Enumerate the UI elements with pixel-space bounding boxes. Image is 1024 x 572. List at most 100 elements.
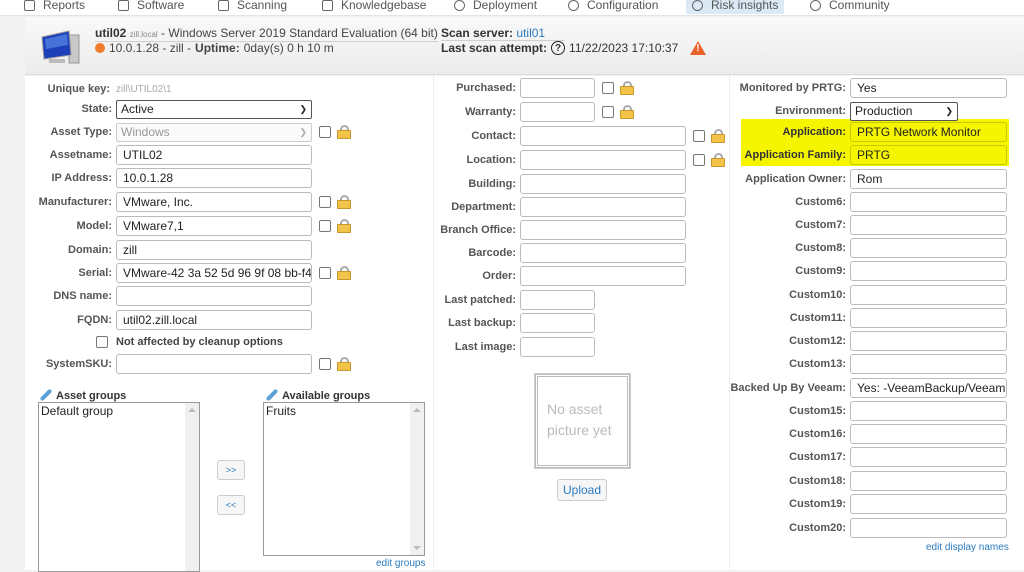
fqdn-label: FQDN: — [77, 314, 112, 326]
nav-community[interactable]: Community — [804, 0, 896, 14]
nav-label: Reports — [43, 0, 86, 12]
scrollbar[interactable] — [410, 403, 424, 555]
field-input[interactable] — [850, 354, 1007, 374]
building-input[interactable] — [520, 174, 686, 194]
field-input[interactable] — [850, 308, 1007, 328]
ip-row: IP Address: 10.0.1.28 — [25, 167, 312, 189]
model-input[interactable]: VMware7,1 — [116, 216, 312, 236]
available-groups-list[interactable]: Fruits — [263, 402, 425, 556]
location-input[interactable] — [520, 150, 686, 170]
field-input[interactable] — [850, 518, 1007, 538]
edit-display-names-link[interactable]: edit display names — [926, 542, 1009, 553]
add-to-group-button[interactable]: >> — [217, 460, 245, 480]
order-row: Order: — [433, 265, 686, 287]
model-label: Model: — [76, 220, 112, 232]
dns-input[interactable] — [116, 286, 312, 306]
barcode-input[interactable] — [520, 243, 686, 263]
help-icon[interactable]: ? — [551, 41, 566, 55]
sku-input[interactable] — [116, 354, 312, 374]
field-input[interactable]: Yes: -VeeamBackup/Veeam — [850, 378, 1007, 398]
field-input[interactable]: Rom — [850, 169, 1007, 189]
field-input[interactable] — [850, 261, 1007, 281]
field-input[interactable] — [850, 471, 1007, 491]
list-item[interactable]: Default group — [39, 403, 199, 419]
purchased-lock-checkbox[interactable] — [602, 82, 614, 94]
lock-icon — [711, 129, 725, 143]
sku-lock-checkbox[interactable] — [319, 358, 331, 370]
field-input[interactable] — [850, 494, 1007, 514]
nav-knowledgebase[interactable]: Knowledgebase — [316, 0, 432, 14]
upload-button[interactable]: Upload — [557, 479, 607, 501]
field-input[interactable] — [850, 192, 1007, 212]
order-input[interactable] — [520, 266, 686, 286]
ip-input[interactable]: 10.0.1.28 — [116, 168, 312, 188]
nav-label: Configuration — [587, 0, 659, 12]
field-label: Monitored by PRTG: — [739, 82, 846, 94]
edit-groups-link[interactable]: edit groups — [376, 558, 425, 569]
field-input[interactable] — [850, 424, 1007, 444]
field-input[interactable]: PRTG Network Monitor — [850, 122, 1007, 142]
field-input[interactable] — [850, 331, 1007, 351]
domain-label: Domain: — [68, 244, 112, 256]
custom-field-row: Custom12: — [729, 330, 1007, 352]
last-image-row: Last image: — [433, 336, 595, 358]
last-patched-input[interactable] — [520, 290, 595, 310]
field-input[interactable] — [850, 401, 1007, 421]
domain-input[interactable]: zill — [116, 240, 312, 260]
field-input[interactable]: Yes — [850, 78, 1007, 98]
contact-lock-checkbox[interactable] — [693, 130, 705, 142]
serial-input[interactable]: VMware-42 3a 52 5d 96 9f 08 bb-f4 — [116, 263, 312, 283]
cleanup-checkbox[interactable] — [96, 336, 108, 348]
warranty-input[interactable] — [520, 102, 595, 122]
state-select[interactable]: Active ❯ — [116, 99, 312, 119]
assetname-input[interactable]: UTIL02 — [116, 145, 312, 165]
field-label: Backed Up By Veeam: — [730, 382, 846, 394]
location-lock-checkbox[interactable] — [693, 154, 705, 166]
warranty-lock-checkbox[interactable] — [602, 106, 614, 118]
custom-field-row: Application: PRTG Network Monitor — [729, 121, 1007, 143]
box-icon — [454, 0, 465, 11]
field-input[interactable]: PRTG — [850, 145, 1007, 165]
department-label: Department: — [451, 201, 516, 213]
asset-type-lock-checkbox[interactable] — [319, 126, 331, 138]
nav-scanning[interactable]: Scanning — [212, 0, 293, 14]
last-image-input[interactable] — [520, 337, 595, 357]
serial-lock-checkbox[interactable] — [319, 267, 331, 279]
branch-input[interactable] — [520, 220, 686, 240]
warning-icon[interactable] — [690, 41, 707, 55]
custom-field-row: Custom20: — [729, 517, 1007, 539]
department-input[interactable] — [520, 197, 686, 217]
nav-configuration[interactable]: Configuration — [562, 0, 664, 14]
status-dot-icon — [95, 43, 105, 53]
nav-reports[interactable]: Reports — [18, 0, 91, 14]
nav-risk-insights[interactable]: Risk insights — [686, 0, 785, 14]
field-label: Custom7: — [795, 219, 846, 231]
model-lock-checkbox[interactable] — [319, 220, 331, 232]
field-input[interactable] — [850, 285, 1007, 305]
fqdn-input[interactable]: util02.zill.local — [116, 310, 312, 330]
scrollbar[interactable] — [185, 403, 199, 571]
purchased-input[interactable] — [520, 78, 595, 98]
contact-input[interactable] — [520, 126, 686, 146]
last-backup-row: Last backup: — [433, 312, 595, 334]
field-label: Custom20: — [789, 522, 846, 534]
scan-server-link[interactable]: util01 — [516, 26, 545, 40]
model-row: Model: VMware7,1 — [25, 215, 351, 237]
field-input[interactable] — [850, 447, 1007, 467]
manufacturer-input[interactable]: VMware, Inc. — [116, 192, 312, 212]
nav-software[interactable]: Software — [112, 0, 190, 14]
list-item[interactable]: Fruits — [264, 403, 424, 419]
scroll-up-icon[interactable] — [188, 408, 196, 412]
asset-groups-list[interactable]: Default group — [38, 402, 200, 572]
manufacturer-lock-checkbox[interactable] — [319, 196, 331, 208]
scroll-down-icon[interactable] — [413, 546, 421, 550]
remove-from-group-button[interactable]: << — [217, 495, 245, 515]
field-input[interactable] — [850, 215, 1007, 235]
environment-select[interactable]: Production ❯ — [850, 101, 958, 121]
nav-deployment[interactable]: Deployment — [448, 0, 543, 14]
state-value: Active — [121, 102, 154, 116]
available-groups-heading: Available groups — [265, 389, 370, 402]
field-input[interactable] — [850, 238, 1007, 258]
last-backup-input[interactable] — [520, 313, 595, 333]
scroll-up-icon[interactable] — [413, 408, 421, 412]
